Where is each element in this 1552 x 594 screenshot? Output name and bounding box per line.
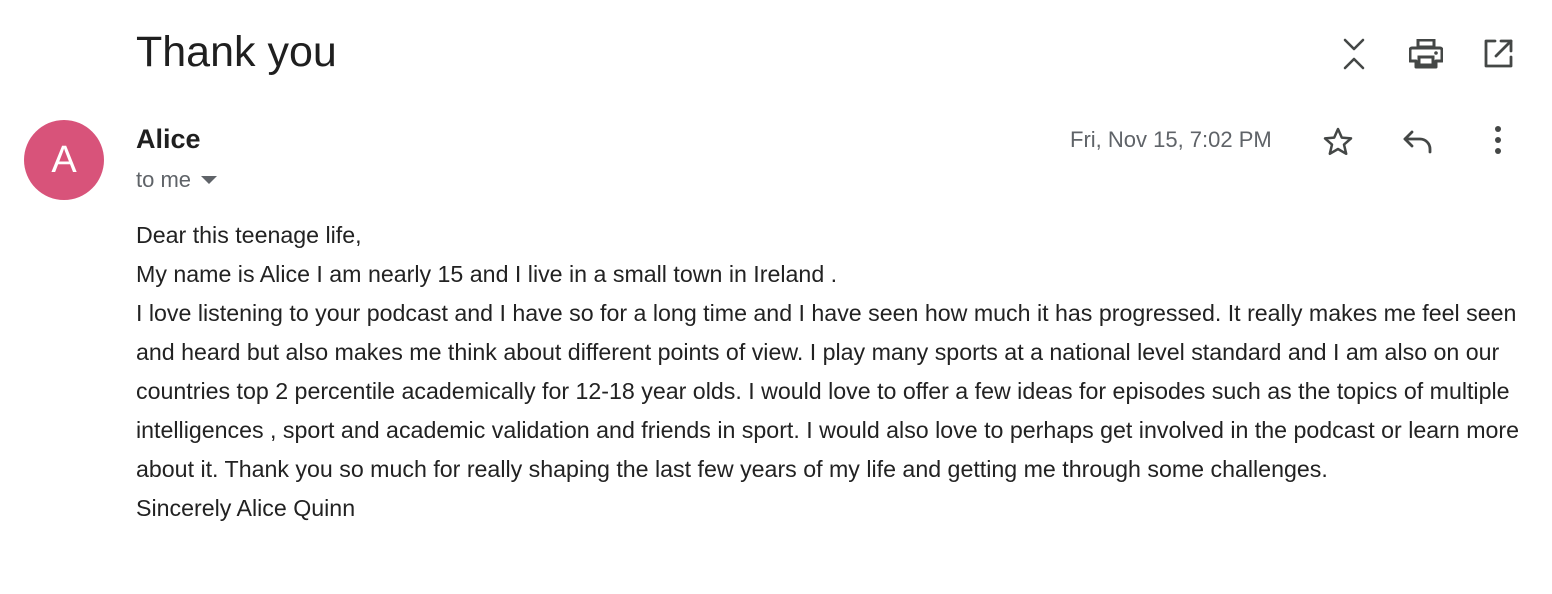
recipient-label: to me <box>136 167 192 192</box>
open-in-new-window-icon <box>1483 39 1513 69</box>
star-button[interactable] <box>1314 118 1362 166</box>
star-icon <box>1322 126 1354 158</box>
collapse-all-button[interactable] <box>1330 30 1378 78</box>
body-greeting: Dear this teenage life, <box>136 222 362 248</box>
reply-icon <box>1402 128 1434 156</box>
email-body: Dear this teenage life, My name is Alice… <box>136 216 1526 528</box>
open-in-new-window-button[interactable] <box>1474 30 1522 78</box>
print-icon <box>1409 39 1443 69</box>
collapse-all-icon <box>1340 34 1368 74</box>
more-options-button[interactable] <box>1474 116 1522 164</box>
toolbar-top-actions <box>1326 30 1526 76</box>
email-subject: Thank you <box>136 28 337 76</box>
body-introduction: My name is Alice I am nearly 15 and I li… <box>136 261 838 287</box>
avatar[interactable]: A <box>24 120 104 200</box>
more-vertical-icon <box>1494 125 1502 155</box>
recipient-details-toggle[interactable]: to me <box>136 166 218 194</box>
body-paragraph: I love listening to your podcast and I h… <box>136 300 1520 482</box>
reply-button[interactable] <box>1394 118 1442 166</box>
sender-name[interactable]: Alice <box>136 122 201 156</box>
chevron-down-icon <box>201 176 218 184</box>
body-signature: Sincerely Alice Quinn <box>136 495 356 521</box>
email-date: Fri, Nov 15, 7:02 PM <box>1070 127 1272 152</box>
print-button[interactable] <box>1402 30 1450 78</box>
